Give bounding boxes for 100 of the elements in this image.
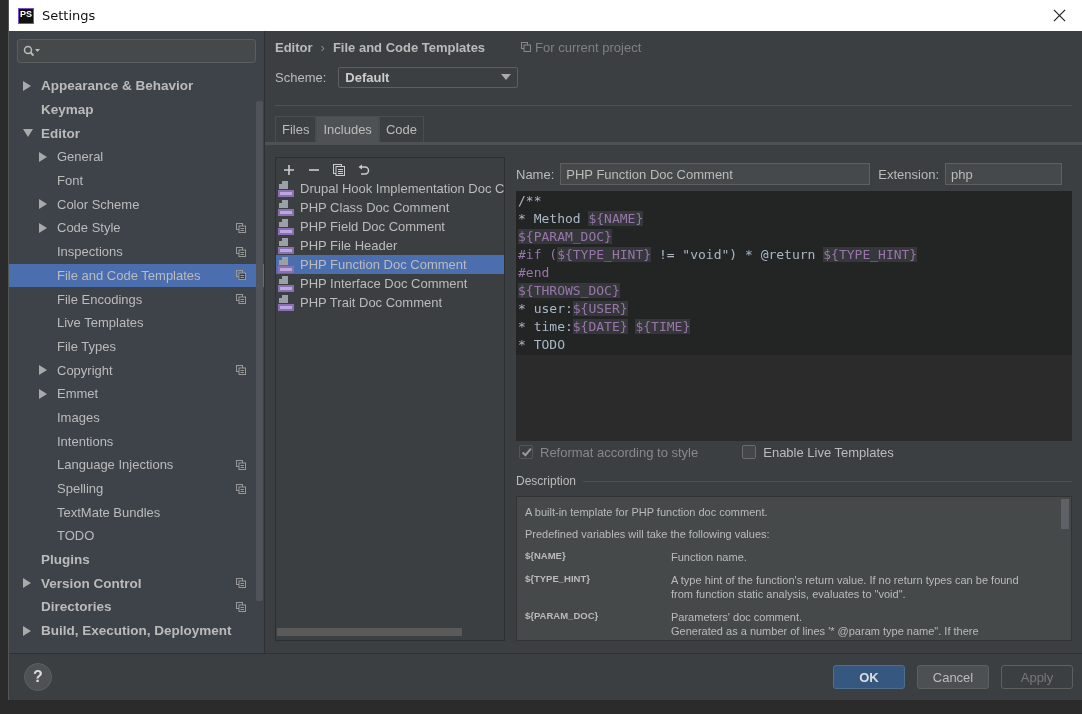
dropdown-arrow-icon: [501, 74, 512, 80]
project-scope-icon: [236, 459, 246, 470]
app-icon: PS: [18, 7, 34, 24]
scrollbar-thumb[interactable]: [1061, 499, 1069, 529]
window-title: Settings: [42, 8, 96, 23]
tree-item[interactable]: Inspections: [9, 239, 264, 264]
tree-item[interactable]: Code Style: [9, 216, 264, 240]
breadcrumb-current: File and Code Templates: [332, 39, 486, 55]
tree-item[interactable]: Color Scheme: [9, 192, 264, 217]
scheme-dropdown[interactable]: Default: [338, 66, 519, 88]
template-item[interactable]: Drupal Hook Implementation Doc C: [276, 179, 504, 198]
tree-item[interactable]: Plugins: [9, 547, 264, 572]
variable-description: A type hint of the function's return value. If no return types can be found from function static analysis, evaluates to "void".: [671, 573, 1020, 601]
tree-item[interactable]: TextMate Bundles: [9, 500, 264, 525]
template-item[interactable]: PHP Class Doc Comment: [276, 198, 504, 217]
tree-item[interactable]: Live Templates: [9, 310, 264, 335]
code-line: #if (${TYPE_HINT} != "void") * @return ${TYPE_HINT}: [517, 246, 919, 264]
variable-name: ${TYPE_HINT}: [525, 573, 591, 586]
tree-item[interactable]: Build, Execution, Deployment: [9, 618, 264, 643]
extension-label: Extension:: [878, 166, 939, 182]
php-file-icon: [278, 237, 294, 254]
variable-description: Function name.: [671, 550, 748, 564]
undo-icon[interactable]: [358, 164, 370, 176]
dialog-button[interactable]: OK: [833, 665, 905, 689]
expand-arrow-icon[interactable]: [39, 222, 47, 233]
php-file-icon: [278, 218, 294, 235]
code-editor[interactable]: /** * Method ${NAME} ${PARAM_DOC} #if (${TYPE_HINT} != "void") * @return ${TYPE_HINT} #end ${THROWS_DOC} * user:${USER} * time:${DATE} ${TIME} * TODO: [516, 191, 1072, 441]
breadcrumb-parent[interactable]: Editor: [275, 39, 313, 55]
expand-arrow-icon[interactable]: [39, 365, 47, 376]
variable-name: ${NAME}: [525, 550, 567, 563]
description-text: A built-in template for PHP function doc comment.: [525, 506, 769, 518]
tree-item[interactable]: Language Injections: [9, 453, 264, 477]
tree-item[interactable]: Copyright: [9, 358, 264, 382]
project-scope-icon: [236, 483, 246, 494]
copy-icon[interactable]: [333, 164, 345, 176]
collapse-arrow-icon[interactable]: [23, 129, 33, 138]
tree-item[interactable]: Version Control: [9, 571, 264, 596]
php-file-icon: [278, 294, 294, 311]
code-line: #end: [517, 264, 551, 282]
name-label: Name:: [516, 166, 555, 182]
project-scope-icon: [236, 365, 246, 376]
project-scope-icon: [521, 42, 532, 52]
expand-arrow-icon[interactable]: [39, 388, 47, 399]
name-field[interactable]: PHP Function Doc Comment: [560, 163, 871, 185]
scope-note: For current project: [535, 39, 642, 55]
project-scope-icon: [236, 246, 246, 257]
project-scope-icon: [236, 294, 246, 305]
extension-field[interactable]: php: [945, 163, 1062, 185]
project-scope-icon: [236, 270, 246, 281]
expand-arrow-icon[interactable]: [23, 578, 31, 589]
project-scope-icon: [236, 222, 246, 233]
php-file-icon: [278, 180, 294, 197]
search-field[interactable]: [17, 39, 256, 63]
tree-item[interactable]: Spelling: [9, 476, 264, 501]
template-item[interactable]: PHP Trait Doc Comment: [276, 293, 504, 312]
help-button[interactable]: ?: [24, 663, 52, 691]
template-item[interactable]: PHP Interface Doc Comment: [276, 274, 504, 293]
expand-arrow-icon[interactable]: [39, 151, 47, 162]
expand-arrow-icon[interactable]: [39, 199, 47, 210]
php-file-icon: [278, 256, 294, 273]
template-item[interactable]: PHP File Header: [276, 236, 504, 255]
scheme-label: Scheme:: [275, 69, 327, 85]
tree-item[interactable]: Font: [9, 168, 264, 193]
dialog-button[interactable]: Cancel: [917, 665, 989, 689]
breadcrumb-separator: ›: [320, 39, 325, 55]
checkbox-label[interactable]: Enable Live Templates: [763, 444, 894, 460]
expand-arrow-icon[interactable]: [23, 80, 31, 91]
variable-name: ${PARAM_DOC}: [525, 610, 600, 623]
tree-item[interactable]: Emmet: [9, 381, 264, 406]
code-line: * user:${USER}: [517, 300, 629, 318]
tree-item[interactable]: File Types: [9, 334, 264, 359]
code-line: * Method ${NAME}: [517, 210, 645, 228]
tree-item[interactable]: Intentions: [9, 429, 264, 453]
php-file-icon: [278, 199, 294, 216]
code-line: /**: [517, 192, 543, 210]
scrollbar-thumb[interactable]: [256, 101, 263, 601]
code-line: * TODO: [517, 336, 566, 354]
project-scope-icon: [236, 601, 246, 612]
section-title: Description: [516, 474, 577, 488]
tree-item[interactable]: Images: [9, 405, 264, 430]
tree-item[interactable]: TODO: [9, 524, 264, 548]
project-scope-icon: [236, 578, 246, 589]
scrollbar-thumb[interactable]: [277, 628, 462, 636]
tree-item[interactable]: Editor: [9, 121, 264, 146]
tree-item[interactable]: Appearance & Behavior: [9, 74, 264, 98]
tab[interactable]: Includes: [316, 116, 379, 142]
search-icon: [23, 45, 41, 57]
php-file-icon: [278, 275, 294, 292]
close-icon[interactable]: [1053, 9, 1066, 22]
code-line: * time:${DATE} ${TIME}: [517, 318, 692, 336]
variable-description: Parameters' doc comment. Generated as a number of lines '* @param type name". If there: [671, 610, 980, 638]
checkbox[interactable]: [742, 445, 757, 459]
tree-item[interactable]: Directories: [9, 595, 264, 619]
template-item[interactable]: PHP Field Doc Comment: [276, 217, 504, 236]
add-icon[interactable]: [283, 164, 295, 176]
description-text: Predefined variables will take the following values:: [525, 528, 771, 540]
tree-item[interactable]: File Encodings: [9, 287, 264, 311]
tree-item[interactable]: General: [9, 145, 264, 169]
tree-item[interactable]: Keymap: [9, 97, 264, 122]
expand-arrow-icon[interactable]: [23, 625, 31, 636]
